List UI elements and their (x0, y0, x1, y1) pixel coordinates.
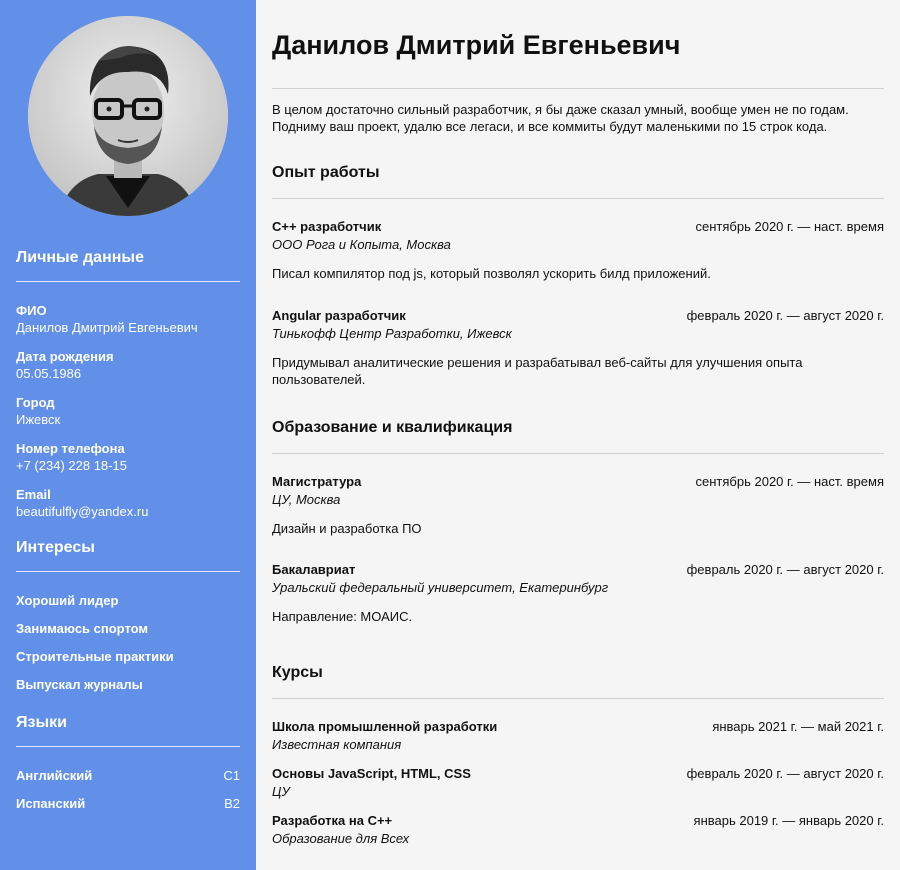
main-content: Данилов Дмитрий Евгеньевич В целом доста… (256, 0, 900, 870)
about-text: В целом достаточно сильный разработчик, … (272, 102, 849, 134)
experience-heading: Опыт работы (272, 164, 380, 181)
entry-dates: январь 2019 г. — январь 2020 г. (693, 813, 884, 828)
avatar-portrait (28, 16, 228, 216)
divider (16, 281, 240, 282)
interest-item: Хороший лидер (16, 593, 119, 608)
divider (272, 198, 884, 199)
full-name: Данилов Дмитрий Евгеньевич (272, 30, 681, 60)
courses-heading: Курсы (272, 664, 323, 681)
language-name: Английский (16, 768, 93, 783)
divider (272, 453, 884, 454)
language-row: Испанский B2 (16, 795, 240, 812)
language-level: C1 (223, 768, 240, 783)
experience-entry: Angular разработчик февраль 2020 г. — ав… (272, 307, 884, 388)
entry-desc: Писал компилятор под js, который позволя… (272, 266, 711, 281)
entry-org: ЦУ (272, 784, 290, 799)
sidebar: Личные данные ФИО Данилов Дмитрий Евгень… (0, 0, 256, 870)
entry-dates: февраль 2020 г. — август 2020 г. (686, 308, 884, 323)
entry-org: Известная компания (272, 737, 402, 752)
personal-value: Данилов Дмитрий Евгеньевич (16, 320, 198, 335)
interests-heading: Интересы (16, 539, 95, 556)
entry-org: ООО Рога и Копыта, Москва (272, 237, 451, 252)
entry-dates: сентябрь 2020 г. — наст. время (695, 474, 884, 489)
personal-value: Ижевск (16, 412, 61, 427)
personal-item-city: Город Ижевск (16, 394, 240, 428)
entry-org: Уральский федеральный университет, Екате… (272, 580, 609, 595)
course-entry: Разработка на C++ январь 2019 г. — январ… (272, 812, 884, 847)
language-name: Испанский (16, 796, 86, 811)
course-entry: Основы JavaScript, HTML, CSS февраль 202… (272, 765, 884, 800)
entry-dates: сентябрь 2020 г. — наст. время (695, 219, 884, 234)
entry-title: C++ разработчик (272, 219, 382, 234)
language-row: Английский C1 (16, 767, 240, 784)
personal-item-birthdate: Дата рождения 05.05.1986 (16, 348, 240, 382)
entry-desc: Придумывал аналитические решения и разра… (272, 355, 803, 387)
avatar (28, 16, 228, 216)
languages-heading: Языки (16, 714, 67, 731)
divider (16, 571, 240, 572)
personal-label: ФИО (16, 303, 47, 318)
language-level: B2 (224, 796, 240, 811)
education-entry: Магистратура сентябрь 2020 г. — наст. вр… (272, 473, 884, 537)
divider (272, 88, 884, 89)
entry-title: Основы JavaScript, HTML, CSS (272, 766, 471, 781)
entry-title: Магистратура (272, 474, 362, 489)
interests-section: Интересы Хороший лидер Занимаюсь спортом… (16, 538, 240, 693)
resume-page: Личные данные ФИО Данилов Дмитрий Евгень… (0, 0, 900, 870)
personal-value: +7 (234) 228 18-15 (16, 458, 127, 473)
entry-dates: январь 2021 г. — май 2021 г. (712, 719, 884, 734)
entry-desc: Дизайн и разработка ПО (272, 521, 422, 536)
entry-title: Школа промышленной разработки (272, 719, 498, 734)
languages-section: Языки Английский C1 Испанский B2 (16, 713, 240, 812)
interest-item: Строительные практики (16, 649, 174, 664)
divider (16, 746, 240, 747)
personal-item-email: Email beautifulfly@yandex.ru (16, 486, 240, 520)
entry-title: Angular разработчик (272, 308, 406, 323)
personal-label: Дата рождения (16, 349, 114, 364)
experience-entry: C++ разработчик сентябрь 2020 г. — наст.… (272, 218, 884, 282)
education-heading: Образование и квалификация (272, 419, 513, 436)
personal-label: Город (16, 395, 55, 410)
interest-item: Занимаюсь спортом (16, 621, 149, 636)
personal-item-name: ФИО Данилов Дмитрий Евгеньевич (16, 302, 240, 336)
interest-item: Выпускал журналы (16, 677, 143, 692)
entry-org: ЦУ, Москва (272, 492, 341, 507)
entry-dates: февраль 2020 г. — август 2020 г. (686, 766, 884, 781)
education-entry: Бакалавриат февраль 2020 г. — август 202… (272, 561, 884, 625)
personal-value: beautifulfly@yandex.ru (16, 504, 149, 519)
entry-org: Образование для Всех (272, 831, 410, 846)
personal-heading: Личные данные (16, 249, 144, 266)
entry-desc: Направление: МОАИС. (272, 609, 413, 624)
personal-section: Личные данные ФИО Данилов Дмитрий Евгень… (16, 248, 240, 520)
entry-org: Тинькофф Центр Разработки, Ижевск (272, 326, 512, 341)
personal-label: Номер телефона (16, 441, 125, 456)
entry-dates: февраль 2020 г. — август 2020 г. (686, 562, 884, 577)
entry-title: Бакалавриат (272, 562, 356, 577)
entry-title: Разработка на C++ (272, 813, 393, 828)
personal-label: Email (16, 487, 51, 502)
personal-item-phone: Номер телефона +7 (234) 228 18-15 (16, 440, 240, 474)
personal-value: 05.05.1986 (16, 366, 82, 381)
divider (272, 698, 884, 699)
course-entry: Школа промышленной разработки январь 202… (272, 718, 884, 753)
